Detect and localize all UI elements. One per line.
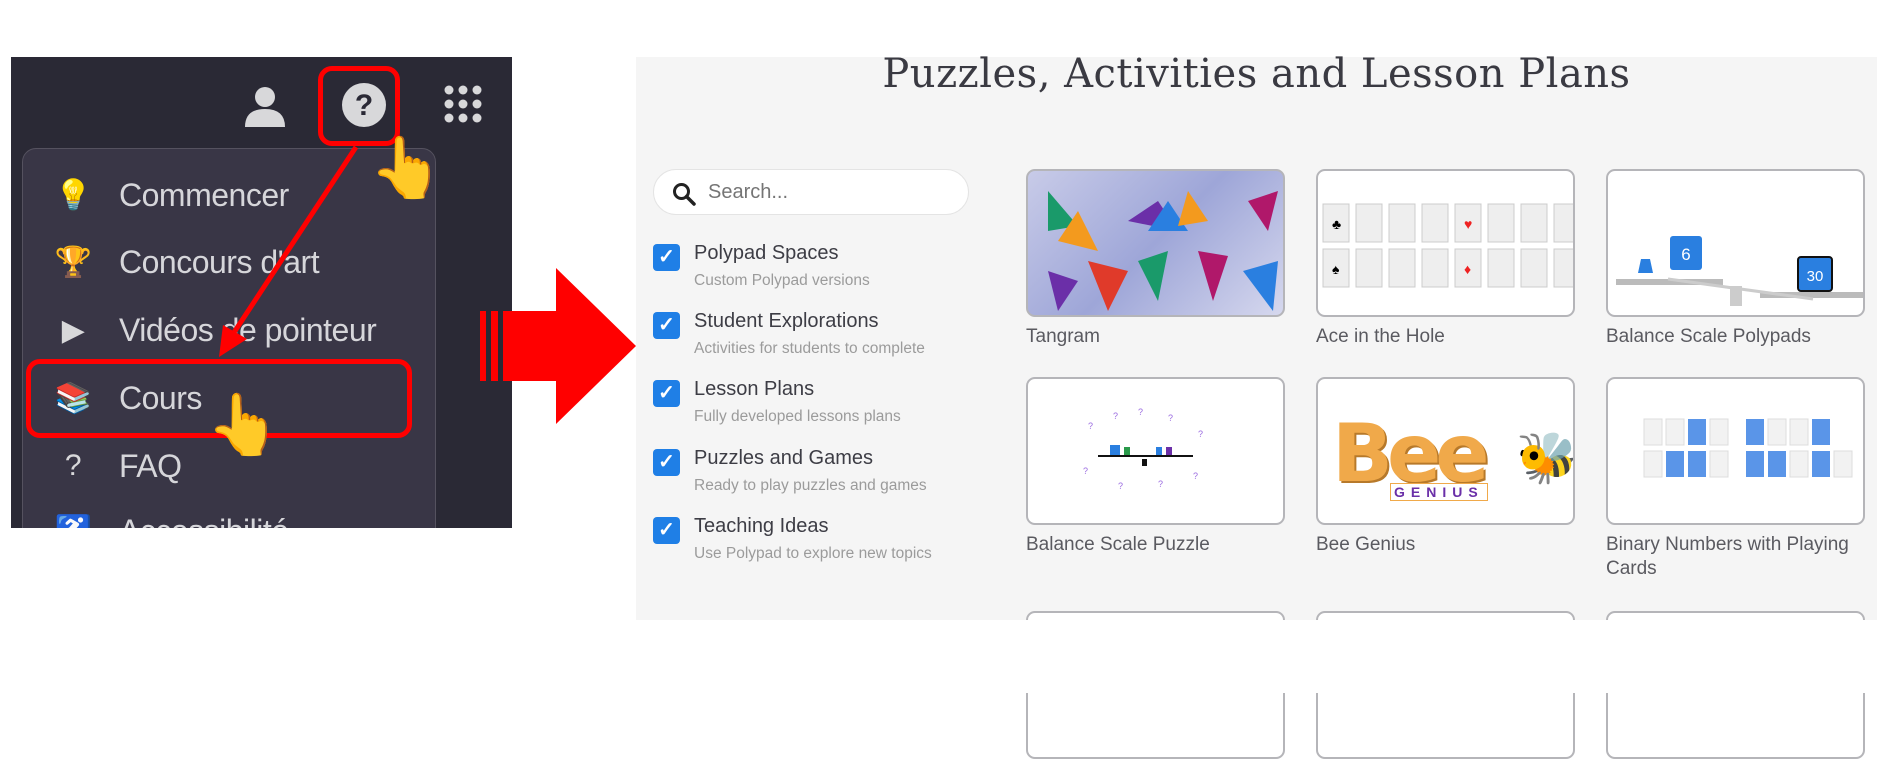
search-input[interactable] (708, 178, 948, 206)
card-title[interactable]: Binary Numbers with Playing Cards (1606, 533, 1866, 581)
svg-text:♥: ♥ (1464, 216, 1472, 232)
hand-cursor-icon: 👆 (369, 134, 444, 201)
checkbox-checked[interactable]: ✓ (653, 517, 680, 544)
svg-text:?: ? (1158, 479, 1163, 489)
svg-text:♦: ♦ (1464, 261, 1471, 277)
svg-text:30: 30 (1807, 268, 1824, 285)
tangram-thumbnail (1048, 191, 1278, 311)
help-menu-screenshot: ? 💡 Commencer 🏆 Concours d'art ▶ Vidéos de … (11, 57, 512, 528)
svg-text:?: ? (1168, 413, 1173, 423)
svg-text:♣: ♣ (1332, 216, 1341, 232)
bottom-margin (636, 620, 1890, 693)
card-bee-genius[interactable]: Bee GENIUS 🐝 (1316, 377, 1575, 525)
card-title[interactable]: Ace in the Hole (1316, 325, 1576, 349)
svg-text:?: ? (1138, 407, 1143, 417)
svg-text:?: ? (1088, 421, 1093, 431)
svg-text:?: ? (1193, 471, 1198, 481)
card-title[interactable]: Tangram (1026, 325, 1286, 349)
playing-cards-thumbnail: ♣ ♥ ♠ ♦ (1322, 203, 1573, 288)
svg-text:?: ? (1113, 411, 1118, 421)
card-title[interactable]: Bee Genius (1316, 533, 1576, 557)
card-balance-scale-polypads[interactable]: 6 30 (1606, 169, 1865, 317)
activities-page-screenshot: Puzzles, Activities and Lesson Plans ✓Po… (636, 51, 1877, 759)
checkbox-checked[interactable]: ✓ (653, 244, 680, 271)
search-icon (673, 183, 696, 206)
card-balance-scale-puzzle[interactable]: ????????? (1026, 377, 1285, 525)
bee-icon: 🐝 (1516, 430, 1575, 486)
page-title: Puzzles, Activities and Lesson Plans (882, 51, 1631, 97)
search-box[interactable] (653, 169, 969, 215)
card-tangram[interactable] (1026, 169, 1285, 317)
card-ace-in-the-hole[interactable]: ♣ ♥ ♠ ♦ (1316, 169, 1575, 317)
card-binary-numbers[interactable] (1606, 377, 1865, 525)
big-right-arrow (480, 268, 636, 424)
checkbox-checked[interactable]: ✓ (653, 449, 680, 476)
binary-cards-thumbnail (1643, 418, 1853, 478)
svg-text:♠: ♠ (1332, 261, 1340, 277)
svg-text:?: ? (1198, 429, 1203, 439)
checkbox-checked[interactable]: ✓ (653, 312, 680, 339)
card-title[interactable]: Balance Scale Puzzle (1026, 533, 1286, 557)
balance-puzzle-thumbnail: ????????? (1083, 407, 1203, 491)
balance-scale-thumbnail: 6 30 (1616, 236, 1863, 306)
checkbox-checked[interactable]: ✓ (653, 380, 680, 407)
svg-text:?: ? (1083, 466, 1088, 476)
hand-cursor-icon: 👆 (206, 391, 281, 458)
svg-text:6: 6 (1681, 245, 1690, 264)
svg-text:?: ? (1118, 481, 1123, 491)
card-title[interactable]: Balance Scale Polypads (1606, 325, 1866, 349)
